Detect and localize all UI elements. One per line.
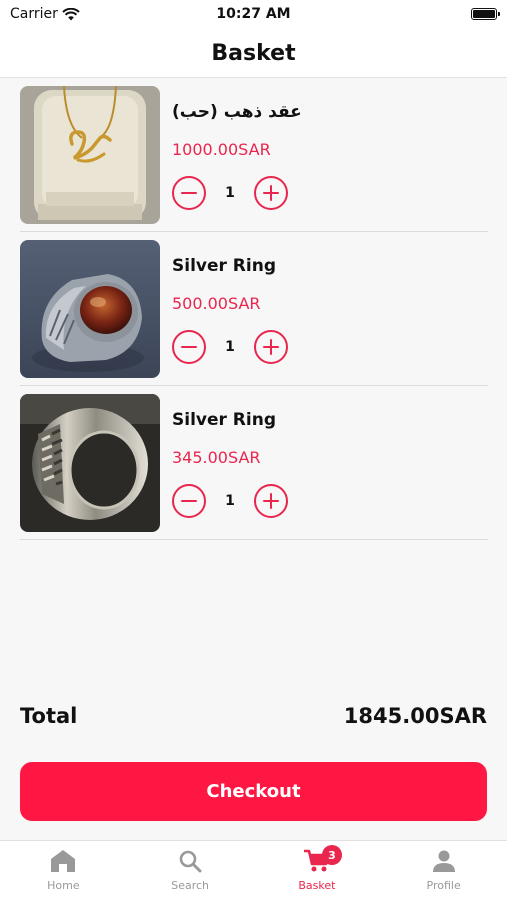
status-time: 10:27 AM	[216, 6, 291, 22]
decrease-quantity-button[interactable]	[172, 330, 206, 364]
product-name: Silver Ring	[172, 256, 277, 276]
tab-home[interactable]: Home	[0, 841, 127, 900]
order-total: Total 1845.00SAR	[20, 704, 487, 728]
total-label: Total	[20, 704, 78, 728]
cart-list: عقد ذهب (حب) 1000.00SAR 1 Silver Ring 50…	[20, 78, 488, 540]
increase-quantity-button[interactable]	[254, 176, 288, 210]
decrease-quantity-button[interactable]	[172, 176, 206, 210]
quantity-value: 1	[225, 185, 235, 201]
product-image-gold-necklace[interactable]	[20, 86, 160, 224]
page-title: Basket	[211, 41, 296, 66]
basket-count-badge: 3	[322, 845, 342, 865]
profile-icon	[432, 850, 455, 872]
cart-item: Silver Ring 500.00SAR 1	[20, 232, 488, 386]
navigation-header: Basket	[0, 30, 507, 78]
product-price: 345.00SAR	[172, 448, 261, 467]
quantity-stepper: 1	[172, 484, 288, 518]
quantity-stepper: 1	[172, 330, 288, 364]
tab-profile[interactable]: Profile	[380, 841, 507, 900]
cart-item: عقد ذهب (حب) 1000.00SAR 1	[20, 78, 488, 232]
increase-quantity-button[interactable]	[254, 330, 288, 364]
status-bar: Carrier 10:27 AM	[0, 0, 507, 30]
product-name: عقد ذهب (حب)	[172, 102, 302, 122]
product-name: Silver Ring	[172, 410, 277, 430]
quantity-value: 1	[225, 493, 235, 509]
checkout-button[interactable]: Checkout	[20, 762, 487, 821]
cart-item: Silver Ring 345.00SAR 1	[20, 386, 488, 540]
battery-icon	[471, 8, 500, 20]
product-price: 500.00SAR	[172, 294, 261, 313]
increase-quantity-button[interactable]	[254, 484, 288, 518]
tab-label: Search	[171, 879, 210, 892]
tab-label: Basket	[298, 879, 336, 892]
decrease-quantity-button[interactable]	[172, 484, 206, 518]
quantity-stepper: 1	[172, 176, 288, 210]
product-image-silver-band-ring[interactable]	[20, 394, 160, 532]
tab-search[interactable]: Search	[127, 841, 254, 900]
tab-label: Profile	[426, 879, 461, 892]
home-icon	[51, 850, 76, 872]
search-icon	[179, 850, 202, 873]
quantity-value: 1	[225, 339, 235, 355]
tab-label: Home	[47, 879, 80, 892]
product-price: 1000.00SAR	[172, 140, 271, 159]
total-value: 1845.00SAR	[343, 704, 487, 728]
tab-bar: Home Search Basket Profile	[0, 840, 507, 900]
tab-basket[interactable]: Basket	[254, 841, 381, 900]
product-image-silver-ring-agate[interactable]	[20, 240, 160, 378]
